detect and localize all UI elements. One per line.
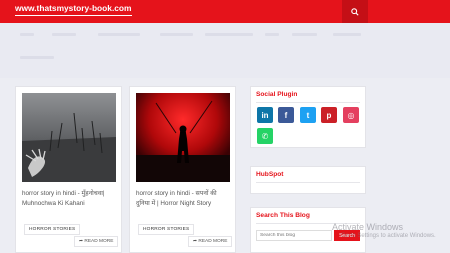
widget-divider — [256, 102, 360, 103]
post-title-1-line-1: horror story in hindi - मुँहनोचवा| — [22, 190, 105, 197]
read-more-button-1[interactable]: ➦ READ MORE — [74, 236, 119, 247]
read-more-button-2[interactable]: ➦ READ MORE — [188, 236, 233, 247]
twitter-icon[interactable]: t — [300, 107, 316, 123]
nav-item-placeholder[interactable] — [160, 33, 193, 36]
instagram-icon[interactable]: ◎ — [343, 107, 359, 123]
nav-item-placeholder[interactable] — [52, 33, 76, 36]
site-logo-link[interactable]: www.thatsmystory-book.com — [15, 2, 132, 16]
post-title-2-line-2: दुनिया में | Horror Night Story — [136, 200, 212, 207]
search-icon — [351, 7, 359, 16]
read-more-label-2: READ MORE — [198, 239, 228, 244]
navigation-bar — [0, 23, 450, 78]
nav-item-placeholder[interactable] — [333, 33, 361, 36]
nav-item-placeholder[interactable] — [20, 56, 54, 59]
share-icon: ➦ — [79, 239, 84, 244]
activate-windows-heading: Activate Windows — [332, 222, 404, 232]
post-tag-1[interactable]: HORROR STORIES — [24, 224, 81, 235]
facebook-icon[interactable]: f — [278, 107, 294, 123]
widget-divider — [256, 182, 360, 183]
whatsapp-icon[interactable]: ✆ — [257, 128, 273, 144]
activate-windows-subtext: Go to Settings to activate Windows. — [341, 233, 436, 239]
search-blog-title: Search This Blog — [256, 212, 310, 219]
nav-item-placeholder[interactable] — [292, 33, 317, 36]
read-more-label-1: READ MORE — [84, 239, 114, 244]
post-title-1-line-2: Muhnochwa Ki Kahani — [22, 200, 85, 207]
nav-item-placeholder[interactable] — [98, 33, 140, 36]
nav-item-placeholder[interactable] — [20, 33, 34, 36]
post-title-2[interactable]: horror story in hindi - सपनों की दुनिया … — [136, 189, 236, 209]
post-thumbnail-1[interactable] — [22, 93, 116, 182]
post-thumbnail-2[interactable] — [136, 93, 230, 182]
search-blog-input[interactable] — [256, 230, 332, 241]
post-title-1[interactable]: horror story in hindi - मुँहनोचवा| Muhno… — [22, 189, 122, 209]
hubspot-title: HubSpot — [256, 171, 284, 178]
hubspot-widget: HubSpot — [250, 166, 366, 194]
nav-item-placeholder[interactable] — [265, 33, 279, 36]
post-tag-2[interactable]: HORROR STORIES — [138, 224, 195, 235]
header-search-button[interactable] — [342, 0, 368, 23]
top-header: www.thatsmystory-book.com — [0, 0, 450, 23]
linkedin-icon[interactable]: in — [257, 107, 273, 123]
social-plugin-title: Social Plugin — [256, 91, 298, 98]
nav-item-placeholder[interactable] — [205, 33, 253, 36]
pinterest-icon[interactable]: p — [321, 107, 337, 123]
share-icon: ➦ — [193, 239, 198, 244]
post-title-2-line-1: horror story in hindi - सपनों की — [136, 190, 217, 197]
